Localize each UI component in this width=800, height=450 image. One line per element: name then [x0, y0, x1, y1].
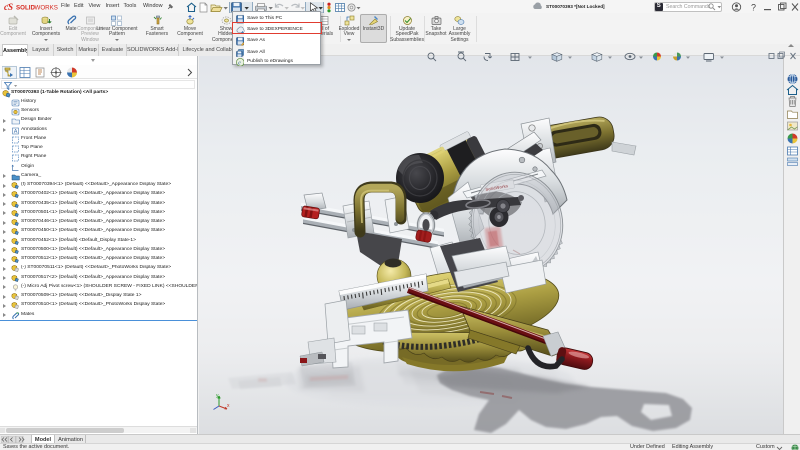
svg-text:WORKS: WORKS — [35, 4, 58, 11]
svg-text:e: e — [238, 60, 241, 66]
svg-text:A: A — [14, 129, 18, 135]
svg-text:x: x — [227, 403, 230, 409]
svg-text:SOLID: SOLID — [16, 4, 35, 11]
svg-text:?: ? — [751, 2, 756, 12]
svg-text:ƈS: ƈS — [4, 2, 13, 12]
